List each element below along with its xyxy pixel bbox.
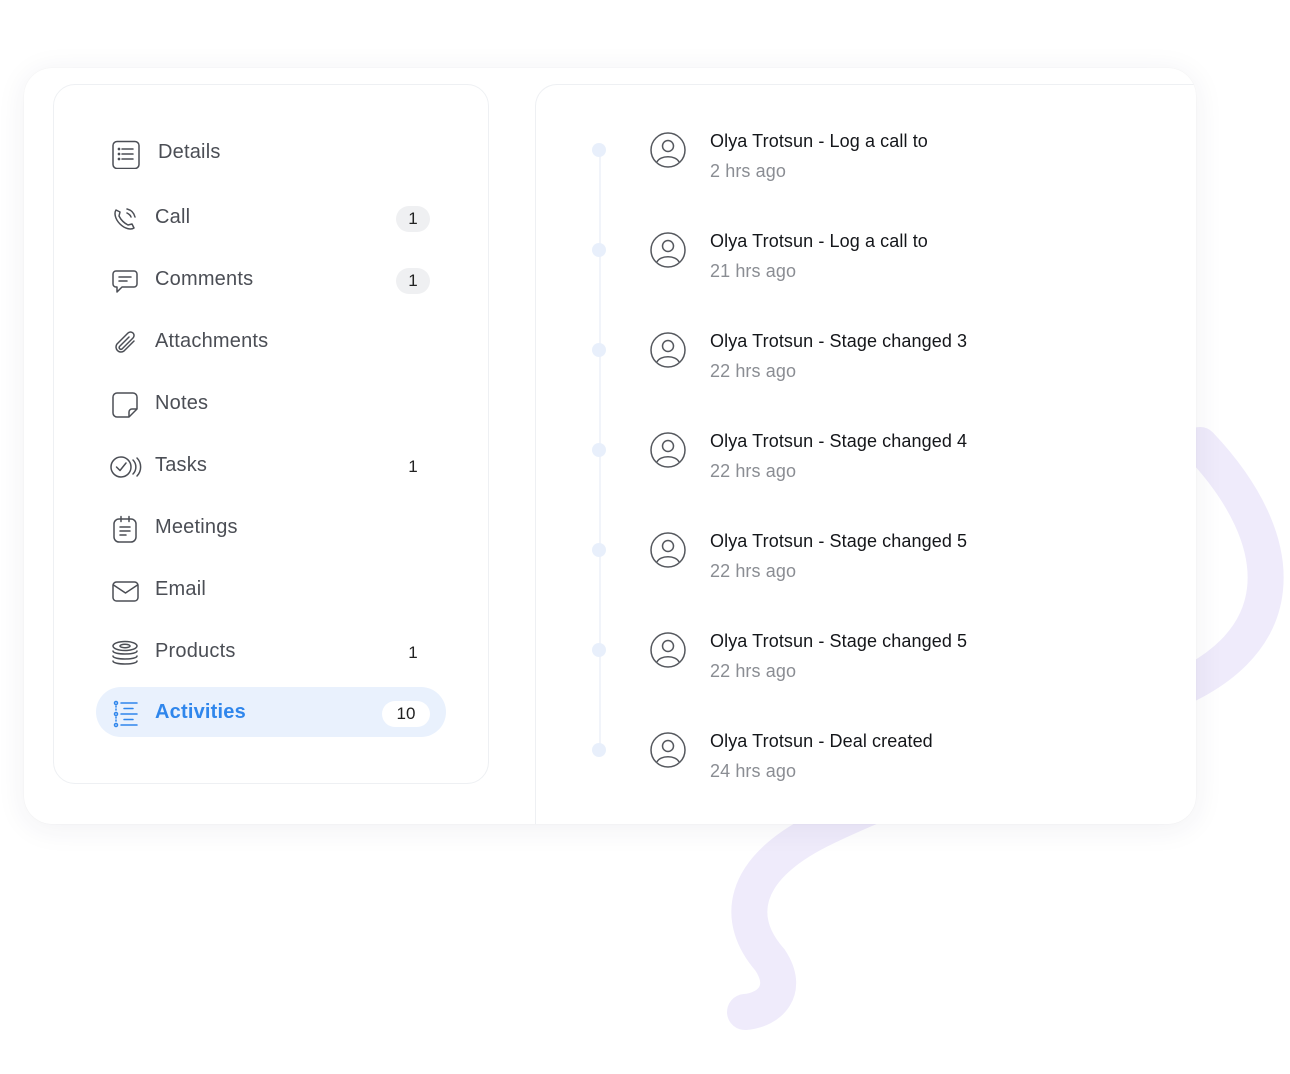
sidebar-item-products[interactable]: Products 1 [96, 626, 446, 676]
sidebar-item-label: Meetings [155, 516, 238, 538]
activity-feed-item[interactable]: Olya Trotsun - Log a call to 2 hrs ago [536, 85, 1196, 181]
activity-feed: Olya Trotsun - Log a call to 2 hrs ago O… [535, 84, 1196, 824]
activity-timestamp: 22 hrs ago [710, 561, 797, 581]
user-avatar-icon [649, 431, 687, 469]
sidebar-item-email[interactable]: Email [96, 564, 446, 614]
activity-feed-item[interactable]: Olya Trotsun - Stage changed 5 22 hrs ag… [536, 485, 1196, 581]
user-avatar-icon [649, 631, 687, 669]
activity-timestamp: 2 hrs ago [710, 161, 786, 181]
note-icon [110, 390, 140, 420]
sidebar-item-tasks[interactable]: Tasks 1 [96, 440, 446, 490]
user-avatar-icon [649, 331, 687, 369]
tasks-count-badge: 1 [408, 457, 418, 476]
sidebar-item-label: Products [155, 640, 236, 662]
activity-title: Olya Trotsun - Stage changed 3 [710, 331, 968, 351]
activity-title: Olya Trotsun - Log a call to [710, 231, 928, 251]
comments-count-badge: 1 [396, 268, 430, 294]
comment-icon [110, 266, 140, 296]
timeline-dot [592, 343, 606, 357]
timeline-dot [592, 143, 606, 157]
meeting-calendar-icon [110, 514, 140, 544]
activities-count-badge: 10 [382, 701, 430, 727]
sidebar-item-label: Email [155, 578, 207, 600]
activity-feed-item[interactable]: Olya Trotsun - Log a call to 21 hrs ago [536, 185, 1196, 281]
timeline-dot [592, 243, 606, 257]
activity-timestamp: 24 hrs ago [710, 761, 797, 781]
user-avatar-icon [649, 531, 687, 569]
activity-title: Olya Trotsun - Stage changed 5 [710, 631, 968, 651]
call-count-badge: 1 [396, 206, 430, 232]
phone-call-icon [110, 204, 140, 234]
sidebar-item-label: Comments [155, 268, 254, 290]
details-list-icon [110, 139, 140, 169]
sidebar-item-label: Notes [155, 392, 209, 414]
envelope-icon [110, 576, 140, 606]
sidebar-item-attachments[interactable]: Attachments [96, 316, 446, 366]
sidebar-item-call[interactable]: Call 1 [96, 192, 446, 242]
sidebar: Details Call 1 Comments 1 Attachments No… [53, 84, 489, 784]
paperclip-icon [110, 328, 140, 358]
sidebar-item-details[interactable]: Details [96, 127, 446, 177]
activity-timestamp: 21 hrs ago [710, 261, 797, 281]
sidebar-item-notes[interactable]: Notes [96, 378, 446, 428]
activity-title: Olya Trotsun - Log a call to [710, 131, 928, 151]
activity-panel-card: Details Call 1 Comments 1 Attachments No… [24, 68, 1196, 824]
sidebar-item-label: Tasks [155, 454, 208, 476]
products-count-badge: 1 [408, 643, 418, 662]
activity-feed-item[interactable]: Olya Trotsun - Stage changed 5 22 hrs ag… [536, 585, 1196, 681]
task-check-icon [108, 452, 142, 482]
sidebar-item-label: Call [155, 206, 191, 228]
user-avatar-icon [649, 731, 687, 769]
user-avatar-icon [649, 231, 687, 269]
sidebar-item-label: Attachments [155, 330, 269, 352]
activities-list-icon [110, 699, 140, 729]
user-avatar-icon [649, 131, 687, 169]
products-stack-icon [110, 638, 140, 668]
timeline-dot [592, 443, 606, 457]
activity-timestamp: 22 hrs ago [710, 661, 797, 681]
timeline-dot [592, 543, 606, 557]
activity-timestamp: 22 hrs ago [710, 361, 797, 381]
sidebar-item-comments[interactable]: Comments 1 [96, 254, 446, 304]
activity-title: Olya Trotsun - Deal created [710, 731, 933, 751]
activity-title: Olya Trotsun - Stage changed 4 [710, 431, 968, 451]
sidebar-item-meetings[interactable]: Meetings [96, 502, 446, 552]
activity-feed-item[interactable]: Olya Trotsun - Stage changed 3 22 hrs ag… [536, 285, 1196, 381]
activity-title: Olya Trotsun - Stage changed 5 [710, 531, 968, 551]
activity-feed-item[interactable]: Olya Trotsun - Deal created 24 hrs ago [536, 685, 1196, 781]
activity-feed-item[interactable]: Olya Trotsun - Stage changed 4 22 hrs ag… [536, 385, 1196, 481]
timeline-dot [592, 743, 606, 757]
sidebar-item-label: Details [158, 141, 221, 163]
sidebar-item-label: Activities [155, 701, 246, 723]
activity-timestamp: 22 hrs ago [710, 461, 797, 481]
sidebar-item-activities[interactable]: Activities 10 [96, 687, 446, 737]
timeline-dot [592, 643, 606, 657]
